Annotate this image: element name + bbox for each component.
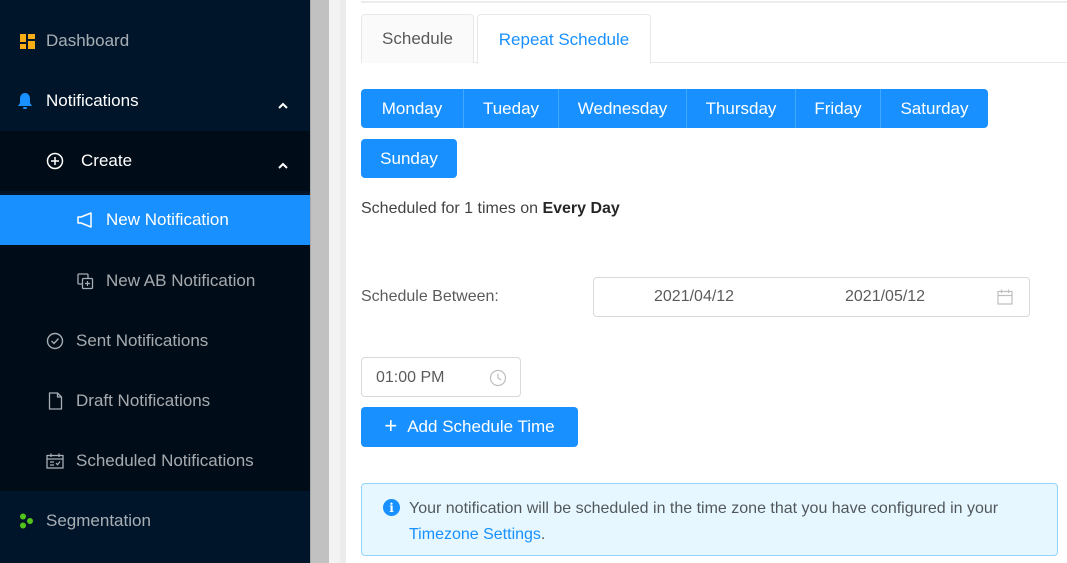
day-button-monday[interactable]: Monday — [361, 89, 463, 128]
alert-text: Your notification will be scheduled in t… — [409, 500, 999, 517]
alert-message: Your notification will be scheduled in t… — [409, 496, 1039, 548]
sidebar-item-label: Sent Notifications — [76, 331, 209, 350]
calendar-icon — [997, 289, 1013, 305]
sidebar-item-label: New AB Notification — [106, 271, 256, 290]
day-button-saturday[interactable]: Saturday — [880, 89, 988, 128]
chevron-up-icon — [278, 156, 288, 169]
start-date-input[interactable]: 2021/04/12 — [654, 288, 734, 306]
sidebar-item-label: Scheduled Notifications — [76, 451, 254, 470]
repeat-schedule-card: Schedule Repeat Schedule Monday Tueday W… — [346, 0, 1067, 563]
sidebar-item-label: Segmentation — [46, 511, 151, 530]
date-range-picker[interactable]: 2021/04/12 2021/05/12 — [593, 277, 1030, 317]
segmentation-icon — [18, 512, 36, 530]
sidebar-item-new-notification[interactable]: New Notification — [0, 195, 310, 245]
sidebar-item-scheduled-notifications[interactable]: Scheduled Notifications — [0, 431, 310, 491]
dashboard-icon — [18, 32, 36, 50]
info-circle-icon: i — [383, 499, 400, 516]
plus-circle-icon — [46, 152, 64, 170]
end-date-input[interactable]: 2021/05/12 — [845, 288, 925, 306]
sidebar-item-label: Notifications — [46, 91, 139, 110]
summary-frequency: Every Day — [542, 200, 620, 217]
day-button-friday[interactable]: Friday — [795, 89, 880, 128]
time-picker[interactable]: 01:00 PM — [361, 357, 521, 397]
tab-repeat-schedule[interactable]: Repeat Schedule — [477, 14, 651, 64]
sidebar-item-dashboard[interactable]: Dashboard — [0, 11, 310, 71]
sidebar-item-label: Dashboard — [46, 31, 130, 50]
sidebar-item-label: New Notification — [106, 210, 229, 229]
clock-icon — [489, 369, 507, 387]
add-schedule-time-label: Add Schedule Time — [407, 417, 555, 436]
tab-schedule[interactable]: Schedule — [361, 14, 474, 63]
chevron-up-icon — [278, 96, 288, 109]
timezone-settings-link[interactable]: Timezone Settings — [409, 526, 541, 543]
day-button-thursday[interactable]: Thursday — [686, 89, 795, 128]
plus-icon: + — [384, 413, 398, 438]
schedule-between-label: Schedule Between: — [361, 288, 499, 305]
add-schedule-time-button[interactable]: + Add Schedule Time — [361, 407, 578, 447]
app-root: Dashboard Notifications Create New Notif… — [0, 0, 1067, 563]
sidebar-scrollbar[interactable] — [310, 0, 329, 563]
summary-text: Scheduled for 1 times on — [361, 200, 543, 217]
sidebar: Dashboard Notifications Create New Notif… — [0, 0, 310, 563]
day-button-wednesday[interactable]: Wednesday — [558, 89, 686, 128]
ab-copy-icon — [76, 272, 94, 290]
sidebar-item-segmentation[interactable]: Segmentation — [0, 491, 310, 551]
schedule-summary: Scheduled for 1 times on Every Day — [361, 200, 620, 218]
file-icon — [46, 392, 64, 410]
alert-suffix: . — [540, 526, 546, 543]
day-button-tuesday[interactable]: Tueday — [463, 89, 558, 128]
divider — [361, 1, 1067, 3]
schedule-tabs: Schedule Repeat Schedule — [361, 14, 1067, 64]
sidebar-item-new-ab-notification[interactable]: New AB Notification — [0, 245, 310, 317]
sidebar-item-create[interactable]: Create — [0, 131, 310, 191]
sidebar-item-sent-notifications[interactable]: Sent Notifications — [0, 311, 310, 371]
sidebar-item-label: Draft Notifications — [76, 391, 211, 410]
timezone-info-alert: i Your notification will be scheduled in… — [361, 483, 1058, 556]
sidebar-item-label: Create — [81, 151, 133, 170]
megaphone-icon — [76, 211, 94, 229]
check-circle-icon — [46, 332, 64, 350]
schedule-icon — [46, 452, 64, 470]
day-button-sunday[interactable]: Sunday — [361, 139, 457, 178]
sidebar-item-notifications[interactable]: Notifications — [0, 71, 310, 131]
bell-icon — [16, 92, 34, 110]
sidebar-item-draft-notifications[interactable]: Draft Notifications — [0, 371, 310, 431]
time-value: 01:00 PM — [376, 369, 445, 386]
